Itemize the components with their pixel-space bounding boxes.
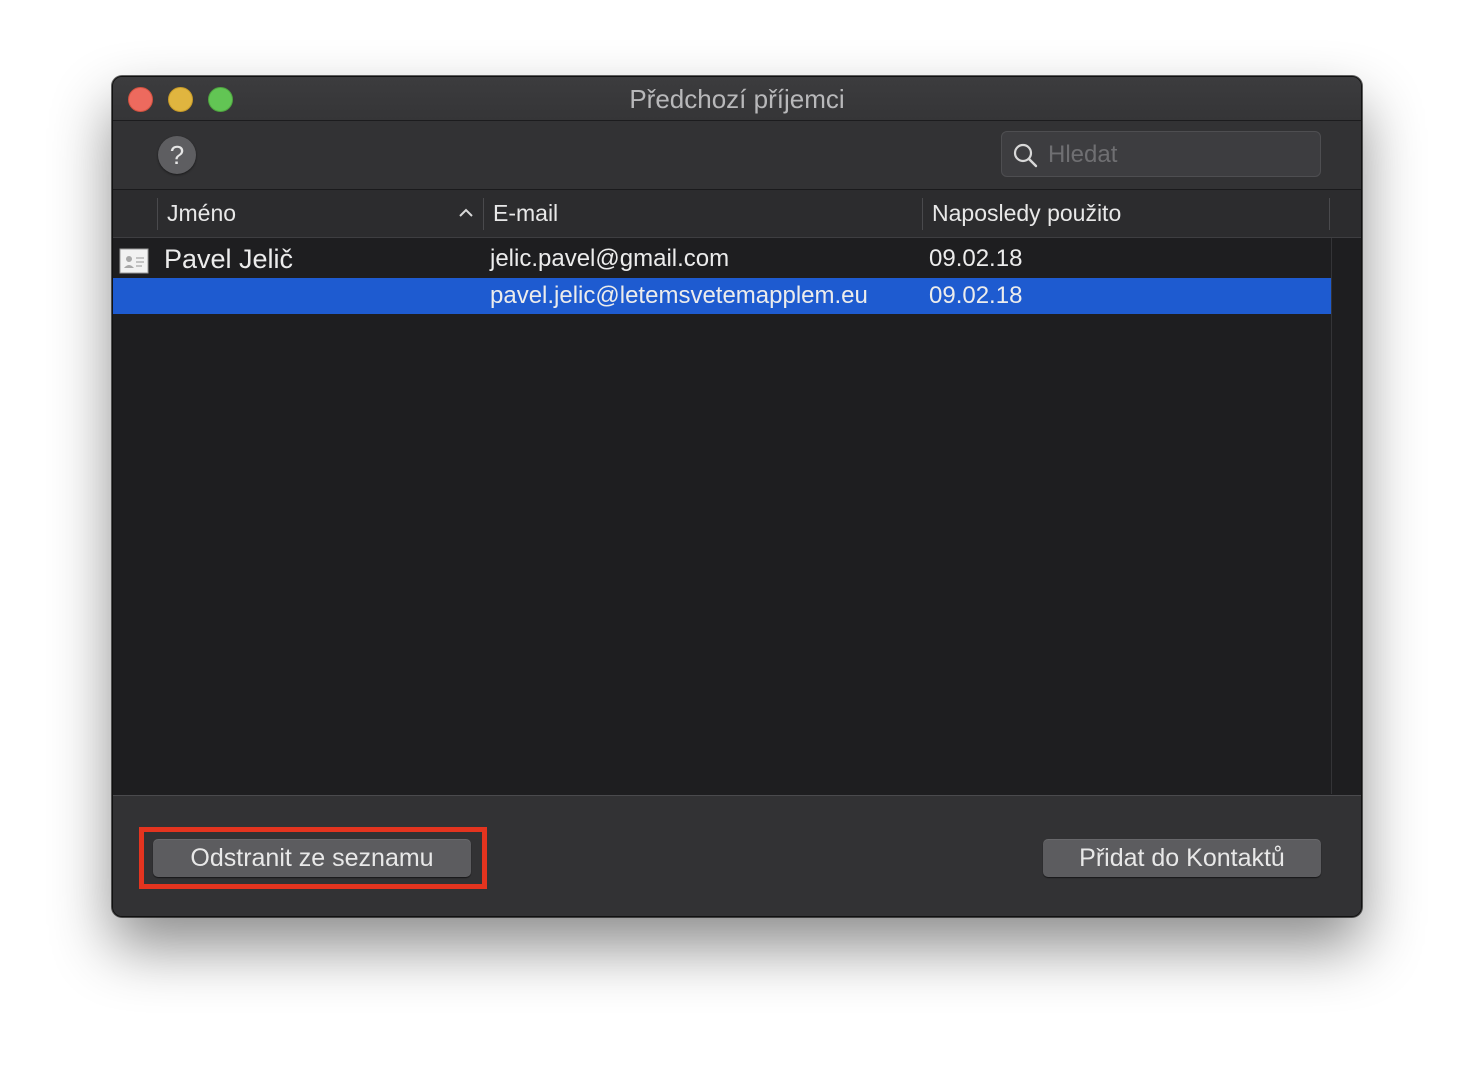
toolbar: ? <box>113 121 1361 189</box>
table-row-selected[interactable]: pavel.jelic@letemsvetemapplem.eu 09.02.1… <box>113 278 1331 314</box>
contact-name: Pavel Jelič <box>164 244 294 274</box>
footer-bar: Odstranit ze seznamu Přidat do Kontaktů <box>113 795 1361 916</box>
contact-email: pavel.jelic@letemsvetemapplem.eu <box>490 282 868 309</box>
previous-recipients-window: Předchozí příjemci ? Jméno E-mail <box>112 76 1362 917</box>
help-button[interactable]: ? <box>158 136 196 174</box>
column-header-name[interactable]: Jméno <box>167 190 477 237</box>
scroll-track[interactable] <box>1331 238 1332 794</box>
search-icon <box>1013 143 1038 168</box>
column-header-email[interactable]: E-mail <box>493 190 923 237</box>
table-row[interactable]: Pavel Jelič jelic.pavel@gmail.com 09.02.… <box>113 240 1331 278</box>
remove-from-list-button[interactable]: Odstranit ze seznamu <box>153 839 471 877</box>
column-separator <box>157 198 158 230</box>
last-used-date: 09.02.18 <box>929 282 1023 309</box>
add-to-contacts-button[interactable]: Přidat do Kontaktů <box>1043 839 1321 877</box>
last-used-date: 09.02.18 <box>929 245 1023 272</box>
close-button[interactable] <box>128 87 153 112</box>
recipients-table: Jméno E-mail Naposledy použito Pavel Jel… <box>113 189 1361 795</box>
table-header: Jméno E-mail Naposledy použito <box>113 190 1361 238</box>
column-separator <box>483 198 484 230</box>
contact-card-icon <box>119 248 149 274</box>
minimize-button[interactable] <box>168 87 193 112</box>
title-bar[interactable]: Předchozí příjemci <box>113 77 1361 121</box>
zoom-button[interactable] <box>208 87 233 112</box>
column-separator <box>922 198 923 230</box>
window-title: Předchozí příjemci <box>629 84 845 114</box>
sort-ascending-icon <box>459 208 473 217</box>
search-input[interactable] <box>1046 136 1310 174</box>
contact-email: jelic.pavel@gmail.com <box>490 245 730 272</box>
column-header-name-label: Jméno <box>167 200 237 226</box>
column-header-email-label: E-mail <box>493 200 559 226</box>
column-header-last-used-label: Naposledy použito <box>932 200 1122 226</box>
column-header-last-used[interactable]: Naposledy použito <box>932 190 1322 237</box>
column-separator <box>1329 198 1330 230</box>
search-field[interactable] <box>1001 131 1321 177</box>
